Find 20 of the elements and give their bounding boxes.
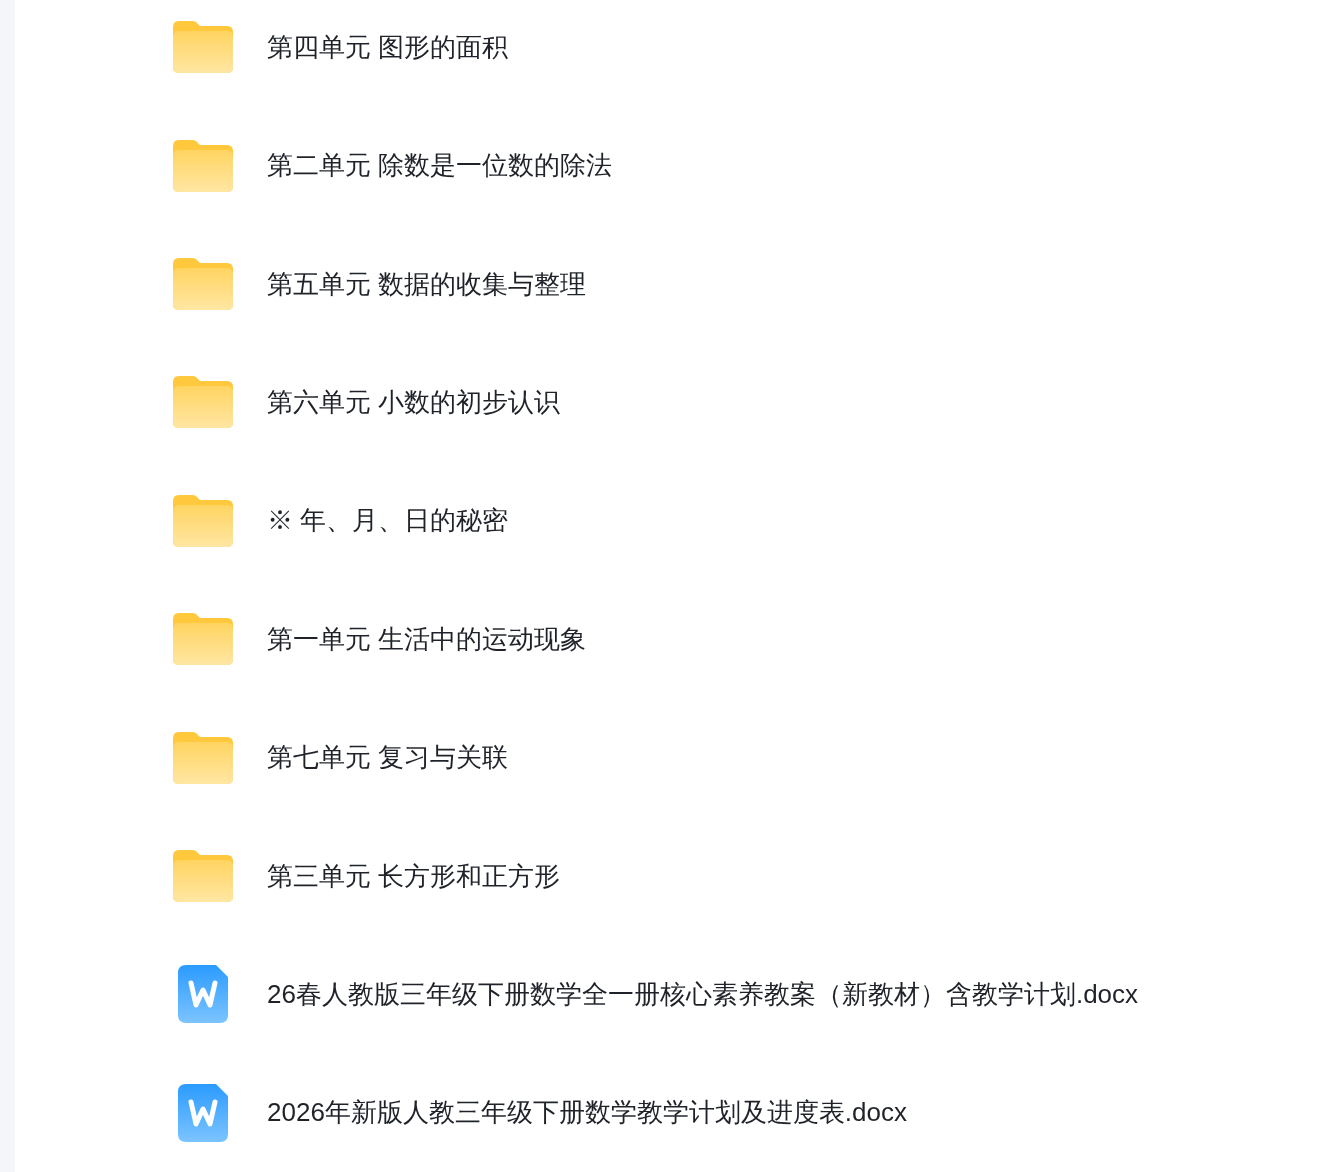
word-document-icon <box>178 965 228 1024</box>
file-name[interactable]: 2026年新版人教三年级下册数学教学计划及进度表.docx <box>267 1093 907 1133</box>
folder-icon <box>173 258 233 310</box>
folder-icon <box>173 613 233 666</box>
folder-icon <box>173 731 233 784</box>
file-name[interactable]: 第一单元 生活中的运动现象 <box>267 619 587 659</box>
folder-icon <box>173 376 233 429</box>
folder-icon <box>173 494 233 547</box>
file-name[interactable]: ※ 年、月、日的秘密 <box>267 501 509 541</box>
folder-icon <box>173 850 233 903</box>
file-name[interactable]: 第六单元 小数的初步认识 <box>267 382 561 422</box>
folder-icon <box>173 139 233 192</box>
file-name[interactable]: 第二单元 除数是一位数的除法 <box>267 146 613 186</box>
word-document-icon <box>178 1083 228 1142</box>
file-name[interactable]: 第三单元 长方形和正方形 <box>267 856 561 896</box>
file-name[interactable]: 第五单元 数据的收集与整理 <box>267 264 587 304</box>
file-name[interactable]: 第七单元 复习与关联 <box>267 738 509 778</box>
file-name[interactable]: 第四单元 图形的面积 <box>267 27 509 67</box>
file-name[interactable]: 26春人教版三年级下册数学全一册核心素养教案（新教材）含教学计划.docx <box>267 974 1139 1014</box>
folder-icon <box>173 21 233 74</box>
